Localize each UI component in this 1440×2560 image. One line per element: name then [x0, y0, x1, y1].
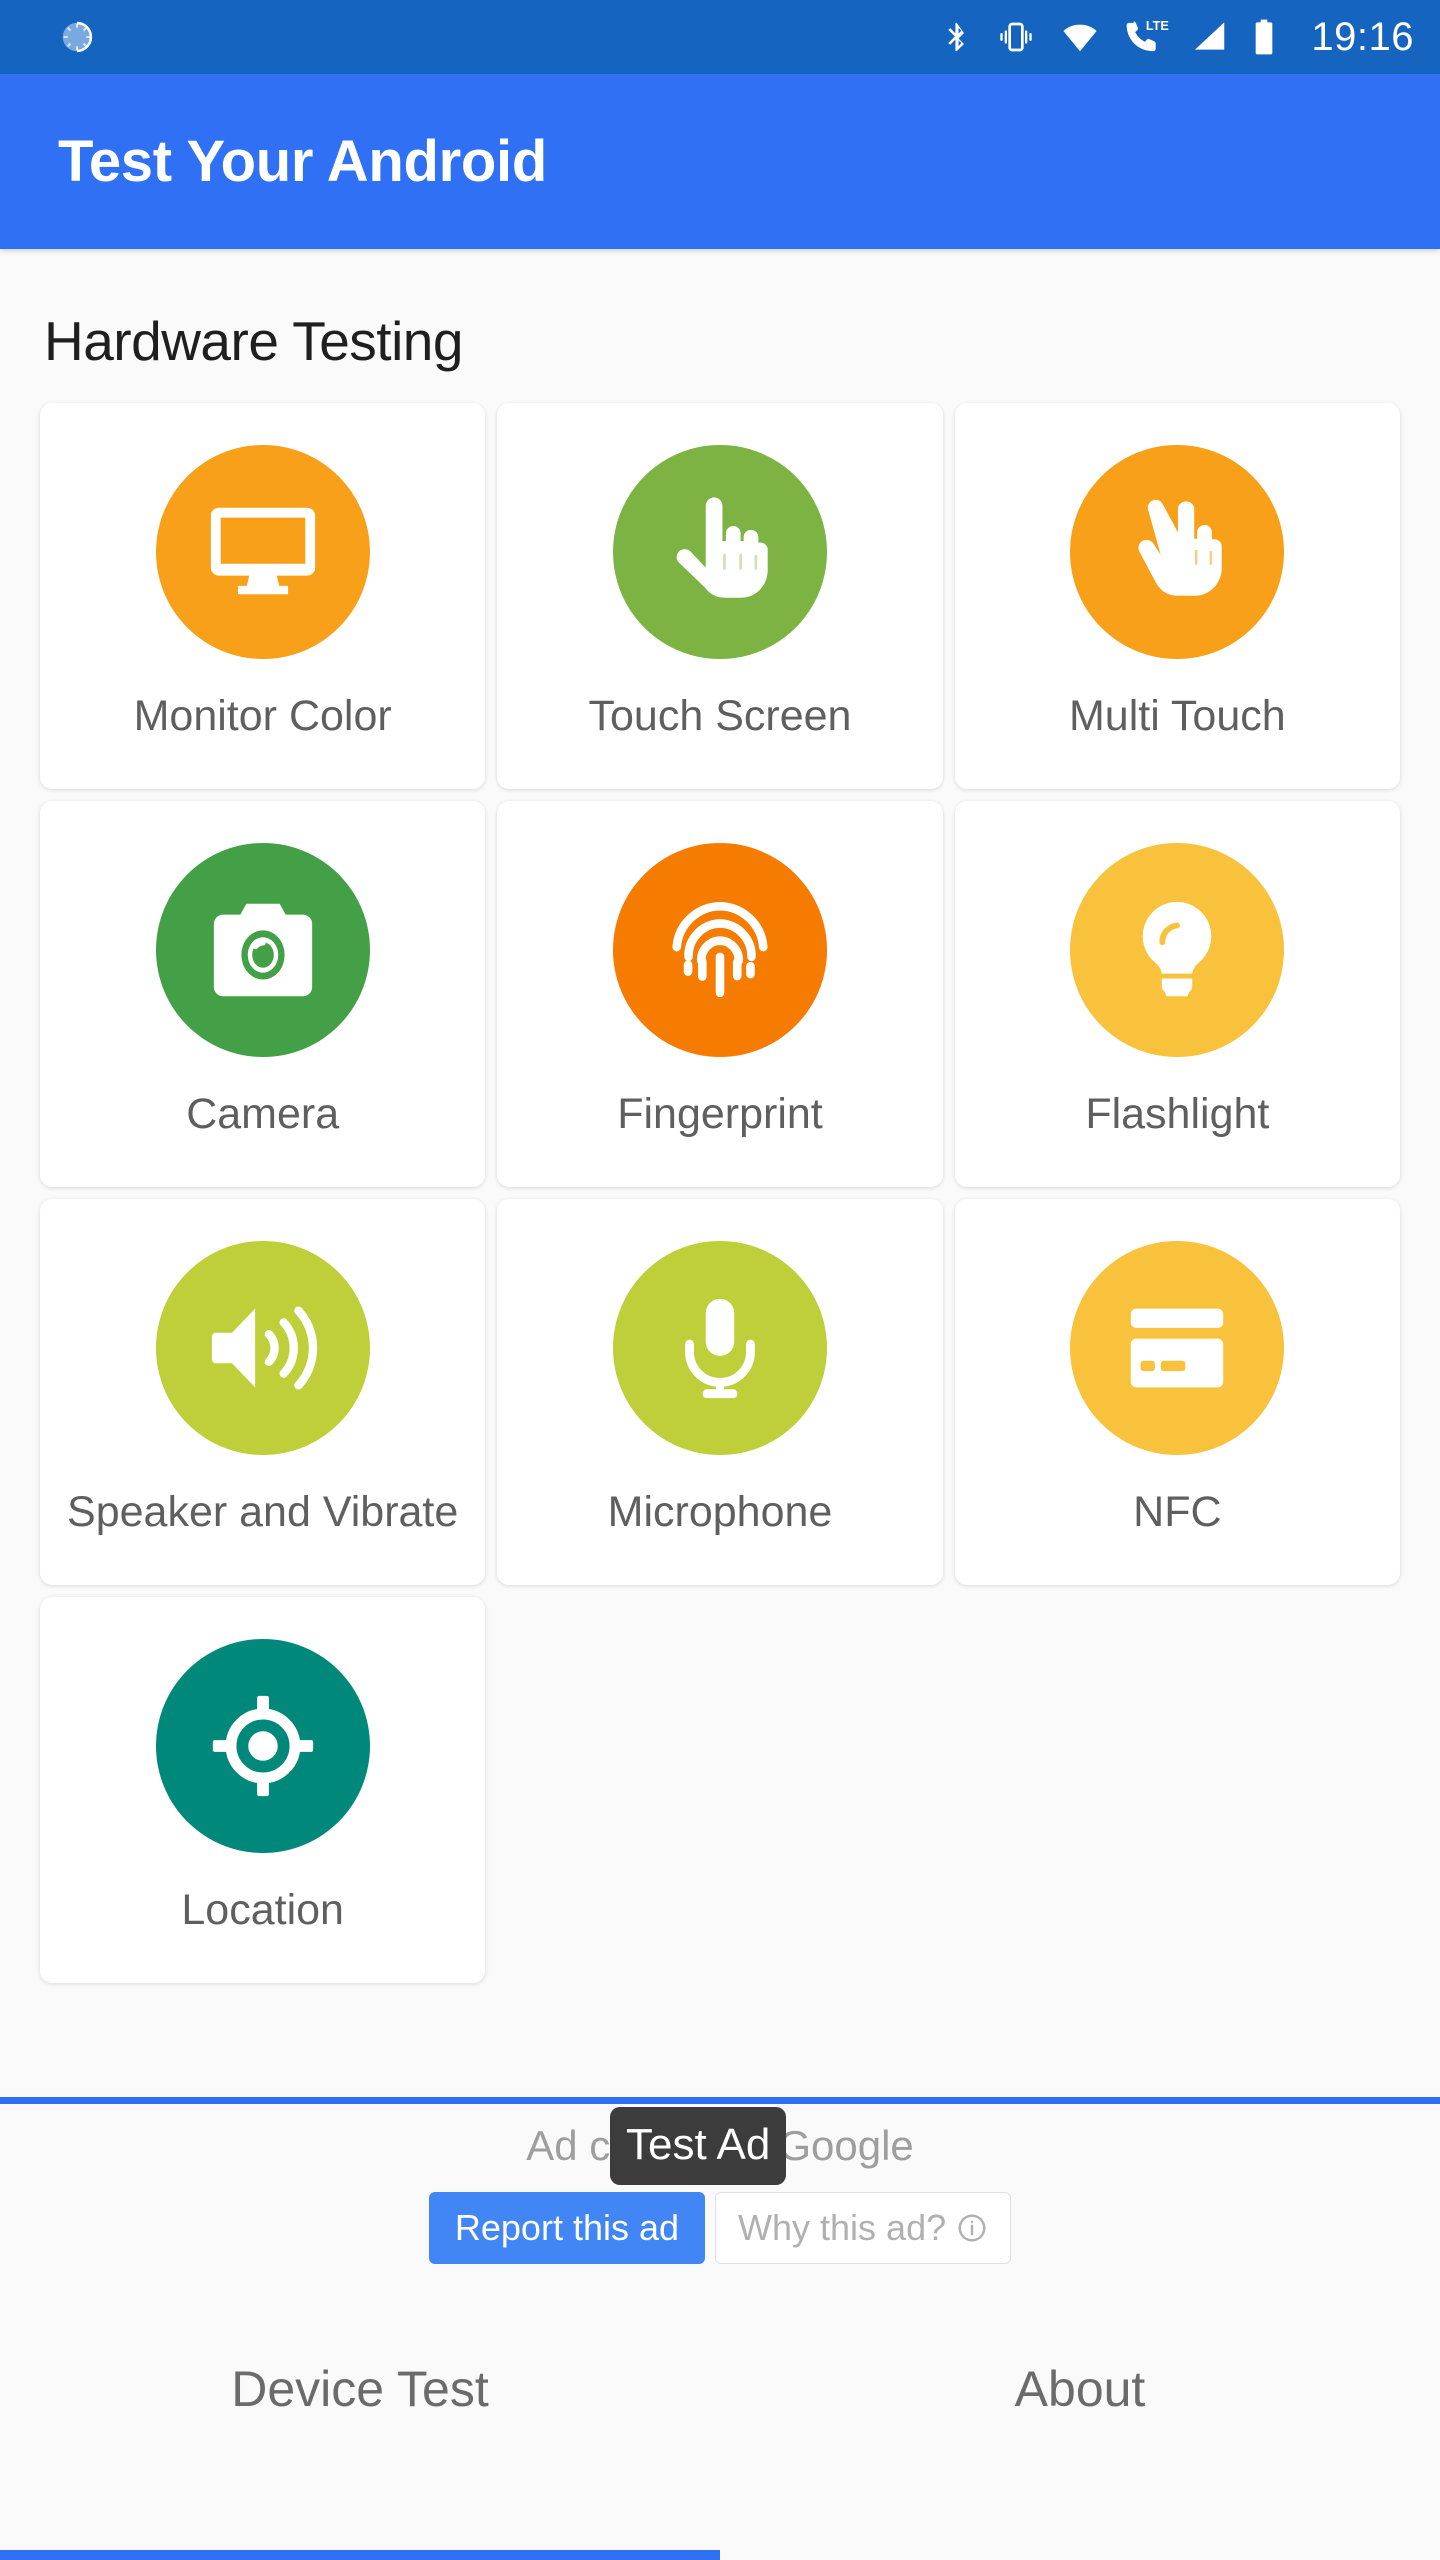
status-bar-right: LTE 19:16 [939, 15, 1414, 60]
card-label: NFC [1133, 1488, 1222, 1536]
ad-banner: Ad closed by Google Test Ad Report this … [0, 2097, 1440, 2273]
lightbulb-icon [1070, 843, 1285, 1057]
card-label: Touch Screen [588, 692, 852, 740]
card-label: Multi Touch [1068, 692, 1286, 740]
page-title: Hardware Testing [44, 310, 463, 372]
tab-active-indicator [0, 2550, 720, 2560]
ad-text-row: Ad closed by Google Test Ad [0, 2104, 1440, 2188]
speaker-icon [155, 1241, 370, 1455]
two-finger-icon [1070, 445, 1285, 659]
info-icon [956, 2212, 988, 2244]
camera-icon [155, 843, 370, 1057]
tab-about[interactable]: About [720, 2273, 1440, 2560]
card-location[interactable]: Location [40, 1597, 486, 1983]
card-touch-screen[interactable]: Touch Screen [497, 403, 943, 789]
status-bar-left [58, 18, 96, 56]
card-flashlight[interactable]: Flashlight [954, 801, 1400, 1187]
battery-icon [1251, 17, 1277, 57]
fingerprint-icon [612, 843, 827, 1057]
bluetooth-icon [939, 15, 973, 59]
main-content: Hardware Testing Monitor Color Touch Scr… [0, 249, 1440, 2273]
lte-call-icon: LTE [1121, 17, 1169, 57]
status-bar: LTE 19:16 [0, 0, 1440, 74]
card-nfc[interactable]: NFC [954, 1199, 1400, 1585]
card-monitor-color[interactable]: Monitor Color [40, 403, 486, 789]
credit-card-icon [1070, 1241, 1285, 1455]
card-fingerprint[interactable]: Fingerprint [497, 801, 943, 1187]
wifi-icon [1059, 18, 1101, 56]
ad-buttons: Report this ad Why this ad? [0, 2192, 1440, 2264]
settings-spinner-icon [58, 18, 96, 56]
card-label: Monitor Color [133, 692, 392, 740]
monitor-icon [155, 445, 370, 659]
card-microphone[interactable]: Microphone [497, 1199, 943, 1585]
card-label: Camera [186, 1090, 340, 1138]
tab-device-test[interactable]: Device Test [0, 2273, 720, 2560]
svg-text:LTE: LTE [1146, 19, 1169, 33]
hardware-test-grid: Monitor Color Touch Screen Multi Touch C… [40, 403, 1400, 1983]
pointer-hand-icon [612, 445, 827, 659]
card-label: Speaker and Vibrate [67, 1488, 459, 1536]
card-label: Microphone [607, 1488, 833, 1536]
bottom-tab-bar: Device Test About [0, 2273, 1440, 2560]
card-label: Location [181, 1886, 344, 1934]
card-multi-touch[interactable]: Multi Touch [954, 403, 1400, 789]
card-label: Fingerprint [617, 1090, 823, 1138]
signal-icon [1189, 18, 1231, 56]
why-this-ad-label: Why this ad? [738, 2207, 947, 2248]
app-bar: Test Your Android [0, 74, 1440, 249]
microphone-icon [612, 1241, 827, 1455]
status-bar-clock: 19:16 [1311, 14, 1414, 59]
card-camera[interactable]: Camera [40, 801, 486, 1187]
app-title: Test Your Android [58, 129, 547, 194]
card-speaker-and-vibrate[interactable]: Speaker and Vibrate [40, 1199, 486, 1585]
card-label: Flashlight [1085, 1090, 1270, 1138]
gps-target-icon [155, 1639, 370, 1853]
why-this-ad-button[interactable]: Why this ad? [715, 2192, 1012, 2264]
test-ad-badge: Test Ad [610, 2107, 787, 2185]
vibrate-icon [993, 17, 1039, 57]
report-this-ad-button[interactable]: Report this ad [428, 2192, 706, 2264]
